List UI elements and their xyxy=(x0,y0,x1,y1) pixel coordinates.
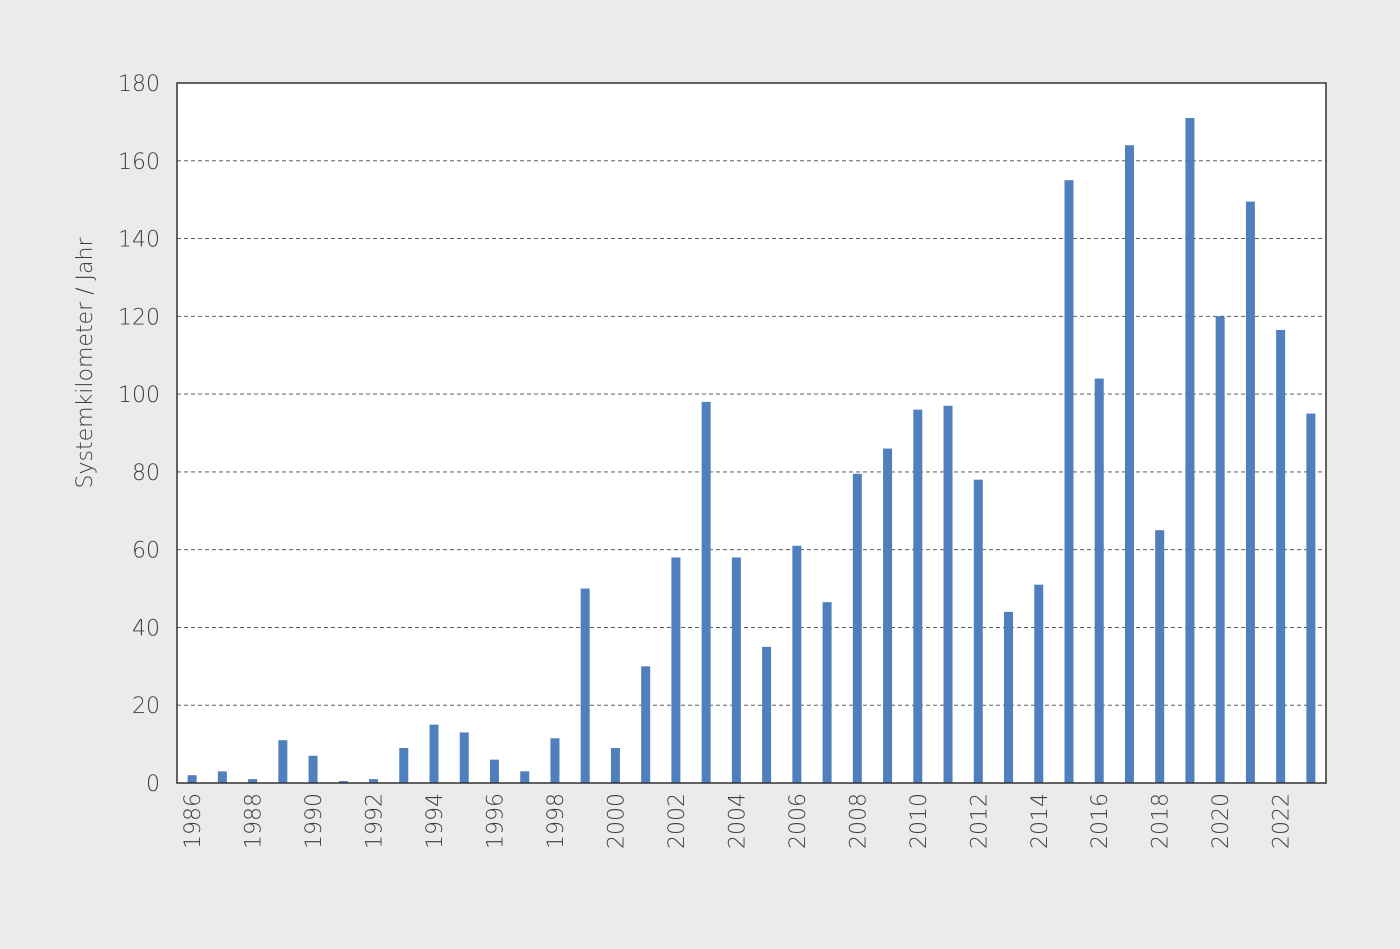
bar-2004 xyxy=(731,557,741,783)
bar-1999 xyxy=(580,588,590,783)
bar-1994 xyxy=(429,724,439,783)
bar-2023 xyxy=(1306,413,1316,783)
x-tick-label: 1988 xyxy=(242,793,267,849)
bar-1997 xyxy=(520,771,530,783)
x-tick-label: 2020 xyxy=(1209,793,1234,849)
bar-2011 xyxy=(943,405,953,783)
y-tick-label: 140 xyxy=(118,228,160,253)
x-tick-label: 2006 xyxy=(786,793,811,849)
bar-1993 xyxy=(399,748,409,783)
bar-1996 xyxy=(489,759,499,783)
bar-2012 xyxy=(973,479,983,783)
y-axis-ticks: 0 20 40 60 80 100 120 140 160 180 xyxy=(118,72,160,797)
bar-2017 xyxy=(1124,145,1134,783)
bar-chart: 0 20 40 60 80 100 120 140 160 180 1986 1988 1990 199… xyxy=(73,72,1327,849)
bar-1995 xyxy=(459,732,469,783)
bar-1989 xyxy=(278,740,288,783)
x-tick-label: 1990 xyxy=(302,793,327,849)
x-tick-label: 1986 xyxy=(181,793,206,849)
bar-2022 xyxy=(1276,329,1286,783)
bar-2020 xyxy=(1215,316,1225,783)
plot-area xyxy=(177,83,1326,783)
x-axis-ticks: 1986 1988 1990 1992 1994 1996 1998 2000 2002 2004… xyxy=(181,793,1295,849)
bar-2014 xyxy=(1034,584,1044,783)
y-tick-label: 100 xyxy=(118,383,160,408)
y-tick-label: 40 xyxy=(132,616,160,641)
x-tick-label: 2022 xyxy=(1270,793,1295,849)
x-tick-label: 1998 xyxy=(544,793,569,849)
bar-2005 xyxy=(762,646,772,783)
y-tick-label: 180 xyxy=(118,72,160,97)
y-tick-label: 80 xyxy=(132,461,160,486)
x-tick-label: 2010 xyxy=(907,793,932,849)
bar-1987 xyxy=(217,771,227,783)
x-tick-label: 2012 xyxy=(967,793,992,849)
bar-1990 xyxy=(308,755,318,783)
x-tick-label: 2004 xyxy=(725,793,750,849)
chart-container: 0 20 40 60 80 100 120 140 160 180 1986 1988 1990 199… xyxy=(0,0,1400,945)
bar-2018 xyxy=(1155,530,1165,783)
bar-2016 xyxy=(1094,378,1104,783)
bar-2013 xyxy=(1004,611,1014,783)
x-tick-label: 2000 xyxy=(604,793,629,849)
y-axis-title: Systemkilometer / Jahr xyxy=(73,237,98,489)
bar-2001 xyxy=(641,666,651,783)
y-tick-label: 60 xyxy=(132,539,160,564)
x-tick-label: 1996 xyxy=(483,793,508,849)
bar-2010 xyxy=(913,409,923,783)
x-tick-label: 2008 xyxy=(846,793,871,849)
y-tick-label: 20 xyxy=(132,694,160,719)
x-tick-label: 1992 xyxy=(363,793,388,849)
x-tick-label: 1994 xyxy=(423,793,448,849)
bar-2006 xyxy=(792,545,802,783)
bar-2019 xyxy=(1185,118,1195,783)
x-tick-label: 2002 xyxy=(665,793,690,849)
bar-2009 xyxy=(883,448,893,783)
bar-2002 xyxy=(671,557,681,783)
y-tick-label: 120 xyxy=(118,305,160,330)
x-tick-label: 2018 xyxy=(1149,793,1174,849)
x-tick-label: 2014 xyxy=(1028,793,1053,849)
bar-2015 xyxy=(1064,180,1074,783)
x-tick-label: 2016 xyxy=(1088,793,1113,849)
bar-2003 xyxy=(701,401,711,783)
bar-1998 xyxy=(550,738,560,783)
y-tick-label: 0 xyxy=(146,772,160,797)
bar-2007 xyxy=(822,602,832,783)
bar-2000 xyxy=(610,748,620,783)
y-tick-label: 160 xyxy=(118,150,160,175)
bar-2008 xyxy=(852,473,862,783)
bar-2021 xyxy=(1245,201,1255,784)
bar-1986 xyxy=(187,775,197,783)
